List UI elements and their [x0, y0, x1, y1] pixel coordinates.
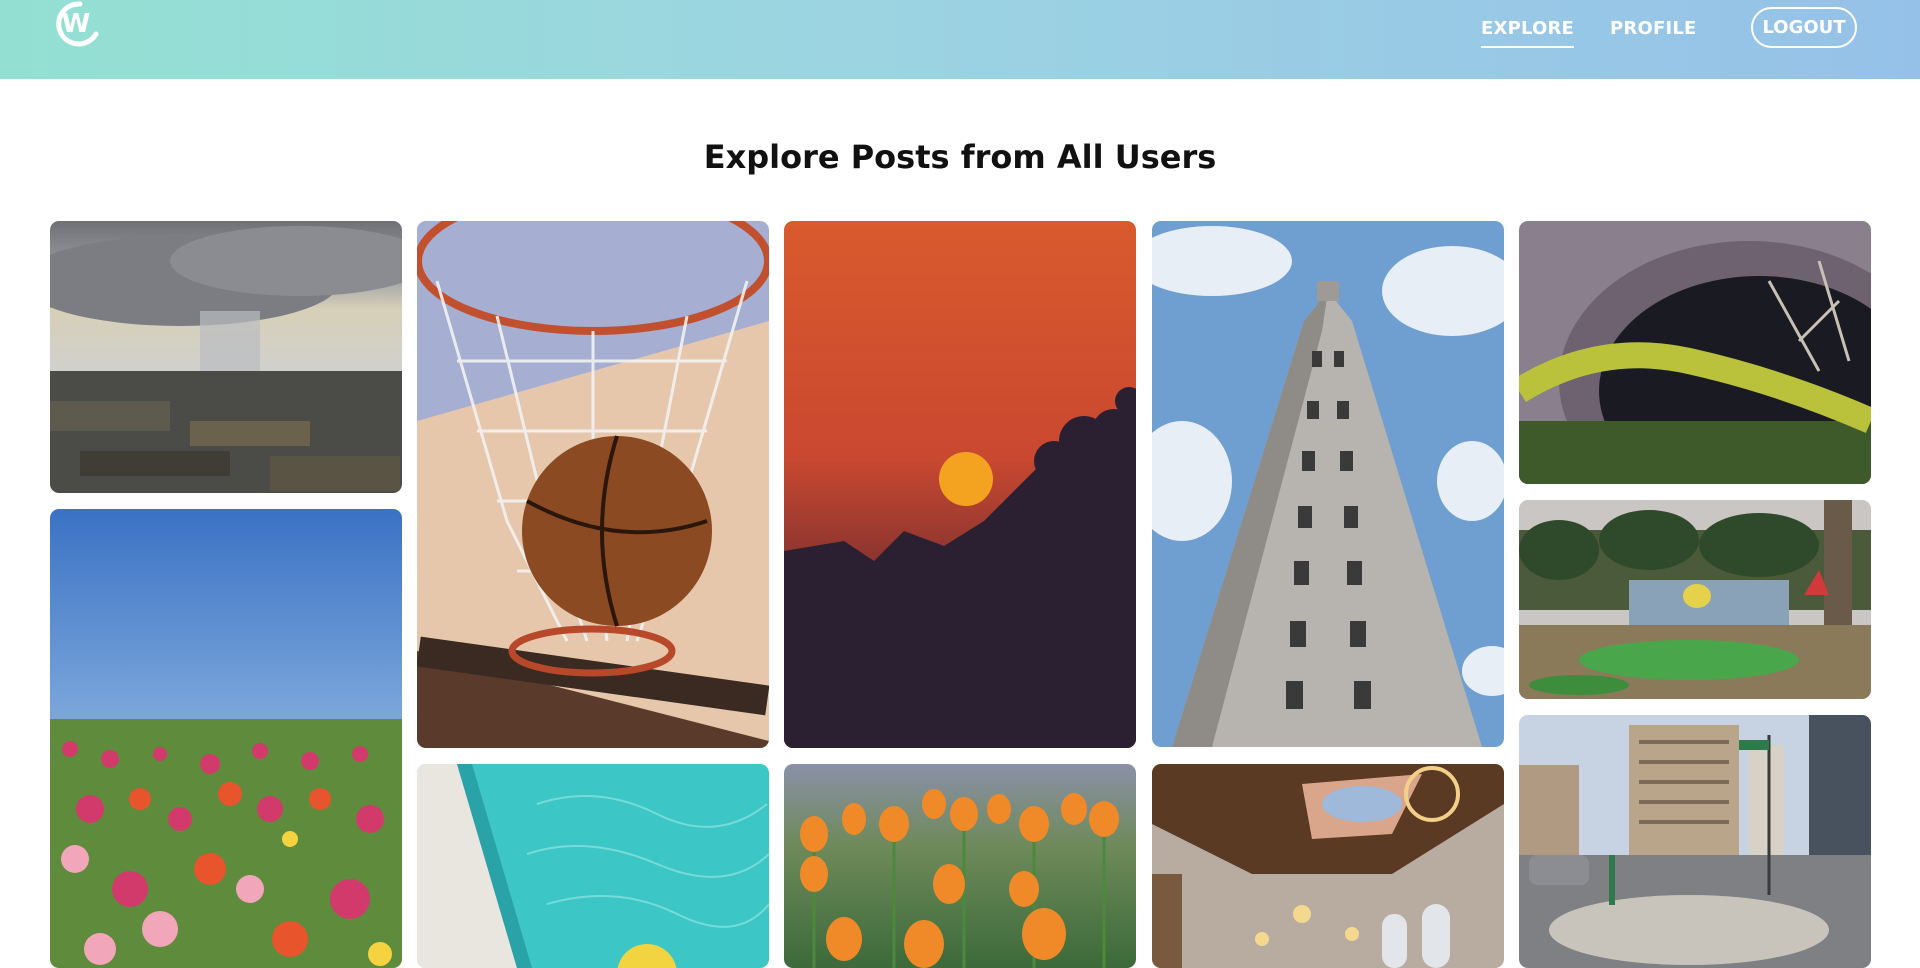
tunnel-photo: [1519, 221, 1871, 484]
flatiron-photo: [1152, 221, 1504, 747]
logo-letter: W: [62, 9, 91, 39]
street-photo: [1519, 715, 1871, 968]
pool-photo: [417, 764, 769, 968]
logo-icon: W: [56, 1, 99, 47]
top-nav-bar: W EXPLORE PROFILE LOGOUT: [0, 0, 1920, 79]
post-abandoned-mini-golf[interactable]: [1519, 500, 1871, 699]
post-storm-over-farmland[interactable]: [50, 221, 402, 493]
post-swimming-pool-water[interactable]: [417, 764, 769, 968]
storm-photo: [50, 221, 402, 493]
mini-golf-photo: [1519, 500, 1871, 699]
nav-explore-link[interactable]: EXPLORE: [1481, 18, 1575, 48]
sunset-photo: [784, 221, 1136, 748]
app-logo[interactable]: W: [50, 0, 100, 50]
nav-profile-link[interactable]: PROFILE: [1610, 18, 1697, 42]
poppies-photo: [784, 764, 1136, 968]
basketball-photo: [417, 221, 769, 748]
library-photo: [1152, 764, 1504, 968]
post-sunset-silhouette[interactable]: [784, 221, 1136, 748]
page-title: Explore Posts from All Users: [703, 138, 1217, 176]
post-poppy-field-blue-sky[interactable]: [50, 509, 402, 968]
post-ornate-library-ceiling[interactable]: [1152, 764, 1504, 968]
post-flatiron-building[interactable]: [1152, 221, 1504, 747]
logout-button[interactable]: LOGOUT: [1751, 7, 1857, 48]
post-mossy-tunnel[interactable]: [1519, 221, 1871, 484]
post-orange-poppies[interactable]: [784, 764, 1136, 968]
post-city-street-corner[interactable]: [1519, 715, 1871, 968]
flower-field-photo: [50, 509, 402, 968]
post-basketball-in-hoop[interactable]: [417, 221, 769, 748]
